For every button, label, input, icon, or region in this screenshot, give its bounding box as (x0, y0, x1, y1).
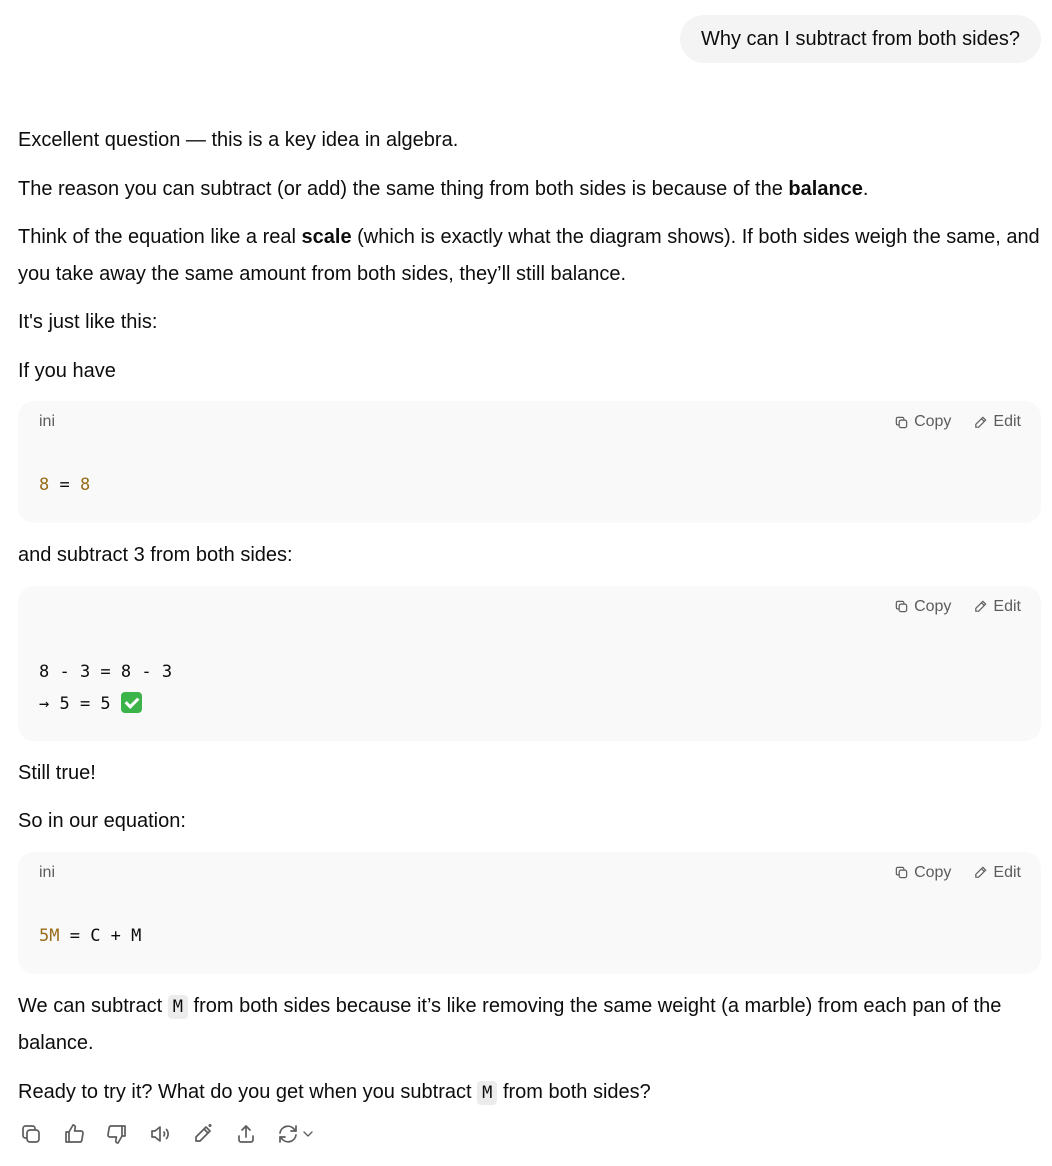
regenerate-icon (279, 1124, 297, 1143)
paragraph: and subtract 3 from both sides: (18, 544, 293, 566)
code-text: → 5 = 5 (39, 693, 121, 714)
read-aloud-button[interactable] (147, 1121, 172, 1146)
edit-label: Edit (993, 597, 1021, 615)
assistant-message: Excellent question — this is a key idea … (18, 120, 1041, 1121)
paragraph: The reason you can subtract (or add) the… (18, 169, 1041, 218)
user-message-bubble: Why can I subtract from both sides? (679, 15, 1041, 63)
code-number: 8 (39, 475, 50, 495)
paragraph: So in our equation: (18, 810, 186, 832)
edit-label: Edit (993, 413, 1021, 430)
copy-code-button[interactable]: Copy (894, 598, 951, 616)
text: We can subtract (18, 994, 168, 1017)
code-line: → 5 = 5 (39, 688, 172, 720)
paragraph: Ready to try it? What do you get when yo… (18, 1072, 1041, 1122)
text: The reason you can subtract (or add) the… (18, 177, 789, 200)
share-icon (237, 1124, 254, 1143)
text: from both sides? (497, 1080, 651, 1103)
bad-response-button[interactable] (104, 1121, 129, 1146)
copy-label: Copy (914, 597, 952, 615)
copy-code-button[interactable]: Copy (894, 413, 951, 431)
pencil-icon (975, 866, 987, 878)
inline-code: M (477, 1080, 498, 1105)
edit-in-canvas-button[interactable] (190, 1121, 215, 1146)
edit-canvas-icon (194, 1123, 211, 1142)
thumbs-up-icon (64, 1123, 84, 1143)
code-block: Copy Edit 8 - 3 = 8 - 3 → 5 = 5 (18, 585, 1041, 741)
paragraph: It's just like this: (18, 311, 158, 333)
chevron-down-icon (303, 1130, 313, 1137)
copy-icon (895, 600, 908, 613)
good-response-button[interactable] (61, 1121, 86, 1146)
bold-text: balance (788, 177, 863, 200)
check-mark-icon (120, 691, 142, 713)
code-text: = C + M (59, 925, 142, 946)
regenerate-button[interactable] (276, 1121, 316, 1146)
edit-code-button[interactable]: Edit (973, 598, 1021, 616)
copy-icon (895, 416, 908, 428)
edit-label: Edit (993, 863, 1021, 881)
copy-code-button[interactable]: Copy (894, 864, 951, 882)
code-actions: Copy Edit (894, 413, 1021, 431)
paragraph: Excellent question — this is a key idea … (18, 129, 459, 151)
share-button[interactable] (233, 1121, 258, 1146)
paragraph: If you have (18, 359, 116, 382)
code-number: 8 (79, 475, 91, 495)
code-language-label: ini (39, 863, 56, 881)
code-language-label: ini (39, 413, 56, 430)
paragraph: Think of the equation like a real scale … (18, 217, 1041, 302)
code-key: 5M (39, 925, 60, 946)
text: Ready to try it? What do you get when yo… (18, 1080, 478, 1103)
read-aloud-icon (150, 1125, 169, 1142)
edit-code-button[interactable]: Edit (973, 864, 1021, 882)
message-action-bar (18, 1121, 316, 1146)
code-block: ini Copy Edit 5M = C + M (18, 851, 1041, 974)
code-actions: Copy Edit (894, 598, 1021, 616)
paragraph: Still true! (18, 761, 96, 784)
code-line: 8 - 3 = 8 - 3 (39, 661, 173, 682)
code-operator: = (49, 475, 80, 495)
bold-text: scale (301, 226, 352, 248)
code-content: 8 = 8 (39, 469, 90, 501)
code-content: 5M = C + M (39, 920, 141, 952)
copy-label: Copy (914, 863, 952, 881)
edit-code-button[interactable]: Edit (973, 413, 1021, 431)
code-block: ini Copy Edit 8 = 8 (18, 401, 1041, 523)
copy-message-button[interactable] (18, 1121, 43, 1146)
code-actions: Copy Edit (894, 864, 1021, 882)
pencil-icon (975, 600, 987, 612)
copy-icon (895, 866, 908, 879)
text: . (862, 177, 869, 200)
pencil-icon (975, 415, 987, 428)
copy-icon (21, 1124, 40, 1143)
paragraph: We can subtract M from both sides becaus… (18, 986, 1041, 1072)
copy-label: Copy (914, 413, 952, 430)
thumbs-down-icon (106, 1124, 126, 1144)
code-content: 8 - 3 = 8 - 3 → 5 = 5 (39, 656, 172, 720)
text: Think of the equation like a real (18, 226, 302, 248)
inline-code: M (167, 994, 188, 1019)
user-message-text: Why can I subtract from both sides? (700, 28, 1020, 50)
